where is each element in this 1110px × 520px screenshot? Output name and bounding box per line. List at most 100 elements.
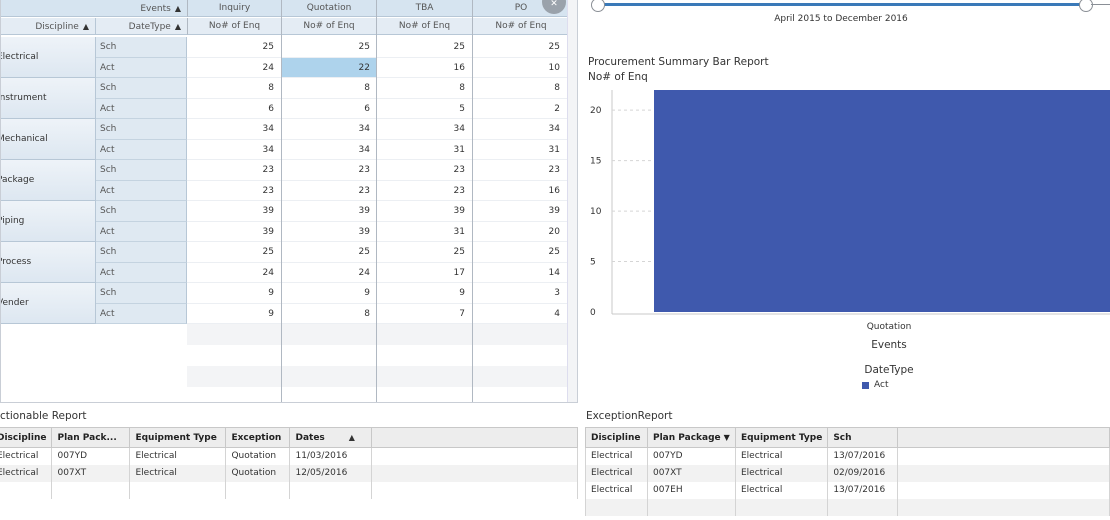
- table-row[interactable]: Electrical 007EH Electrical 13/07/2016: [585, 481, 1110, 499]
- value-cell[interactable]: 39: [282, 201, 377, 222]
- datetype-cell[interactable]: Sch: [96, 201, 187, 222]
- discipline-cell[interactable]: Vender: [1, 283, 96, 324]
- column-header-tba[interactable]: TBA: [376, 0, 472, 17]
- value-cell[interactable]: 31: [473, 140, 567, 160]
- datetype-cell[interactable]: Sch: [96, 160, 187, 181]
- value-cell[interactable]: 24: [282, 263, 377, 283]
- value-cell[interactable]: 25: [187, 37, 281, 58]
- events-header[interactable]: Events ▲: [1, 0, 187, 17]
- value-cell[interactable]: 34: [282, 140, 377, 160]
- datetype-cell[interactable]: Sch: [96, 37, 187, 58]
- value-cell[interactable]: 39: [187, 201, 281, 222]
- value-cell[interactable]: 14: [473, 263, 567, 283]
- col-header-dates[interactable]: Dates ▲: [289, 427, 373, 448]
- value-cell[interactable]: 34: [473, 119, 567, 140]
- value-cell[interactable]: 22: [282, 57, 377, 78]
- value-cell[interactable]: 39: [282, 222, 377, 242]
- legend-item-act[interactable]: Act: [862, 380, 888, 390]
- col-header-plan-package[interactable]: Plan Package ▼: [646, 427, 736, 448]
- datetype-cell[interactable]: Act: [96, 221, 187, 242]
- table-row[interactable]: [0, 481, 579, 499]
- discipline-cell[interactable]: Electrical: [1, 37, 96, 78]
- value-cell[interactable]: 25: [473, 242, 567, 263]
- value-cell[interactable]: 9: [187, 283, 281, 304]
- value-cell[interactable]: 20: [473, 222, 567, 242]
- value-cell[interactable]: 34: [282, 119, 377, 140]
- column-header-inquiry[interactable]: Inquiry: [187, 0, 281, 17]
- col-header-discipline[interactable]: Discipline: [585, 427, 648, 448]
- value-cell[interactable]: 5: [377, 99, 472, 119]
- discipline-cell[interactable]: Process: [1, 242, 96, 283]
- value-cell[interactable]: 23: [282, 160, 377, 181]
- value-cell[interactable]: 6: [282, 99, 377, 119]
- col-header-plan-package[interactable]: Plan Pack...: [51, 427, 131, 448]
- value-cell[interactable]: 2: [473, 99, 567, 119]
- col-header-equipment-type[interactable]: Equipment Type: [734, 427, 829, 448]
- value-cell[interactable]: 9: [377, 283, 472, 304]
- datetype-cell[interactable]: Sch: [96, 242, 187, 263]
- value-cell[interactable]: 25: [377, 37, 472, 58]
- datetype-cell[interactable]: Sch: [96, 283, 187, 304]
- value-cell[interactable]: 34: [187, 119, 281, 140]
- value-cell[interactable]: 10: [473, 58, 567, 78]
- value-cell[interactable]: 23: [187, 181, 281, 201]
- col-header-exception[interactable]: Exception: [225, 427, 291, 448]
- value-cell[interactable]: 25: [187, 242, 281, 263]
- discipline-cell[interactable]: Instrument: [1, 78, 96, 119]
- datetype-cell[interactable]: Act: [96, 303, 187, 324]
- datetype-cell[interactable]: Sch: [96, 119, 187, 140]
- value-cell[interactable]: 23: [377, 160, 472, 181]
- value-cell[interactable]: 24: [187, 58, 281, 78]
- table-row[interactable]: Electrical 007XT Electrical Quotation 12/05/…: [0, 464, 579, 482]
- col-header-discipline[interactable]: Discipline: [0, 427, 53, 448]
- table-row[interactable]: Electrical 007XT Electrical 02/09/2016: [585, 464, 1110, 482]
- column-header-quotation[interactable]: Quotation: [281, 0, 376, 17]
- value-cell[interactable]: 9: [282, 283, 377, 304]
- value-cell[interactable]: 34: [377, 119, 472, 140]
- value-cell[interactable]: 8: [187, 78, 281, 99]
- value-cell[interactable]: 39: [187, 222, 281, 242]
- value-cell[interactable]: 23: [282, 181, 377, 201]
- value-cell[interactable]: 25: [377, 242, 472, 263]
- value-cell[interactable]: 25: [473, 37, 567, 58]
- value-cell[interactable]: 9: [187, 304, 281, 324]
- value-cell[interactable]: 7: [377, 304, 472, 324]
- col-header-equipment-type[interactable]: Equipment Type: [129, 427, 227, 448]
- value-cell[interactable]: 31: [377, 140, 472, 160]
- value-cell[interactable]: 16: [473, 181, 567, 201]
- discipline-cell[interactable]: Package: [1, 160, 96, 201]
- discipline-cell[interactable]: Piping: [1, 201, 96, 242]
- value-cell[interactable]: 25: [282, 37, 377, 58]
- table-row[interactable]: Electrical 007YD Electrical Quotation 11/03/…: [0, 447, 579, 465]
- value-cell[interactable]: 34: [187, 140, 281, 160]
- slider-end-handle[interactable]: [1079, 0, 1093, 12]
- value-cell[interactable]: 16: [377, 58, 472, 78]
- datetype-cell[interactable]: Act: [96, 180, 187, 201]
- datetype-header[interactable]: DateType ▲: [96, 18, 187, 35]
- datetype-cell[interactable]: Act: [96, 139, 187, 160]
- value-cell[interactable]: 24: [187, 263, 281, 283]
- datetype-cell[interactable]: Act: [96, 98, 187, 119]
- value-cell[interactable]: 8: [377, 78, 472, 99]
- table-row[interactable]: Electrical 007YD Electrical 13/07/2016: [585, 447, 1110, 465]
- col-header-sch[interactable]: Sch: [827, 427, 899, 448]
- value-cell[interactable]: 23: [473, 160, 567, 181]
- value-cell[interactable]: 25: [282, 242, 377, 263]
- datetype-cell[interactable]: Act: [96, 57, 187, 78]
- value-cell[interactable]: 4: [473, 304, 567, 324]
- value-cell[interactable]: 39: [377, 201, 472, 222]
- value-cell[interactable]: 8: [282, 78, 377, 99]
- value-cell[interactable]: 8: [473, 78, 567, 99]
- value-cell[interactable]: 39: [473, 201, 567, 222]
- value-cell[interactable]: 8: [282, 304, 377, 324]
- discipline-header[interactable]: Discipline ▲: [1, 18, 96, 35]
- table-row[interactable]: [585, 498, 1110, 516]
- discipline-cell[interactable]: Mechanical: [1, 119, 96, 160]
- value-cell[interactable]: 23: [187, 160, 281, 181]
- value-cell[interactable]: 3: [473, 283, 567, 304]
- date-range-slider[interactable]: [591, 0, 1093, 12]
- datetype-cell[interactable]: Sch: [96, 78, 187, 99]
- value-cell[interactable]: 31: [377, 222, 472, 242]
- value-cell[interactable]: 17: [377, 263, 472, 283]
- slider-start-handle[interactable]: [591, 0, 605, 12]
